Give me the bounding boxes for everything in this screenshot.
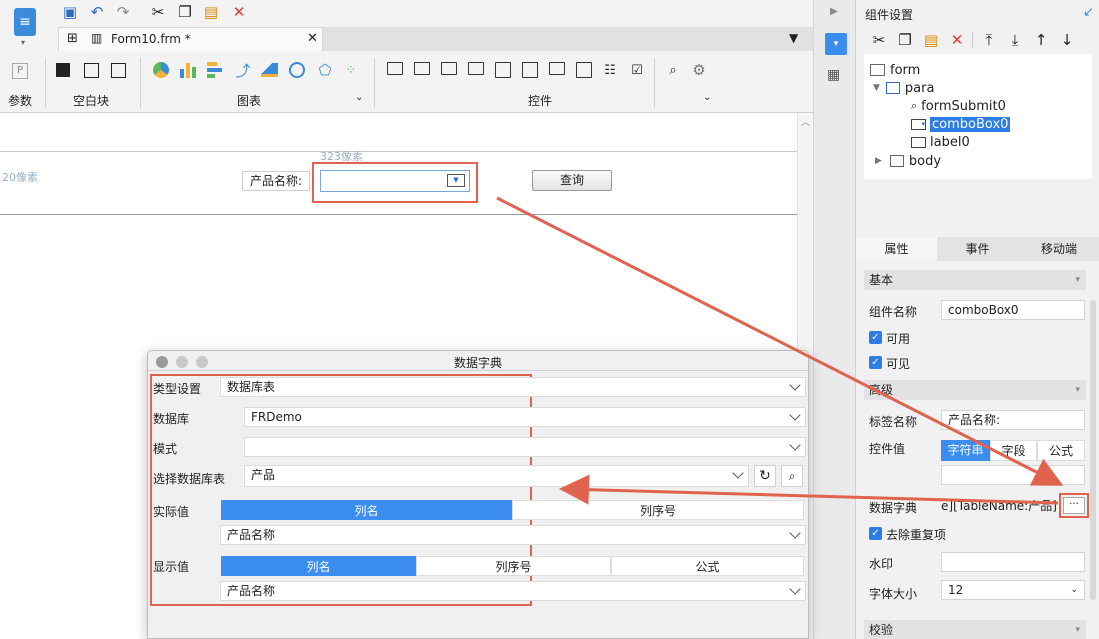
arrow-combo-to-dict — [496, 196, 1064, 486]
annotation-arrows — [496, 196, 1064, 505]
arrow-dict-to-dialog — [559, 474, 1059, 505]
